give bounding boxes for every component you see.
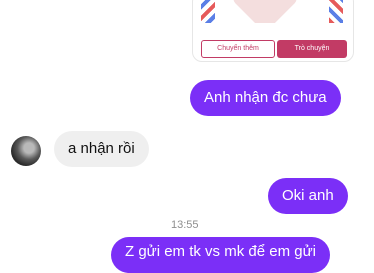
card-actions: Chuyển thêm Trò chuyện	[201, 40, 347, 58]
chat-button[interactable]: Trò chuyện	[277, 40, 347, 58]
message-bubble-incoming[interactable]: a nhận rồi	[54, 131, 149, 167]
message-bubble-outgoing[interactable]: Anh nhận đc chưa	[190, 80, 341, 116]
airmail-stripe-right	[329, 0, 343, 23]
transfer-more-button[interactable]: Chuyển thêm	[201, 40, 275, 58]
envelope-image	[201, 0, 343, 23]
airmail-stripe-left	[201, 0, 215, 23]
shared-card[interactable]: Chuyển thêm Trò chuyện	[192, 0, 354, 62]
avatar[interactable]	[11, 136, 41, 166]
message-timestamp: 13:55	[171, 219, 199, 231]
message-bubble-outgoing[interactable]: Oki anh	[268, 178, 348, 214]
message-bubble-outgoing[interactable]: Z gửi em tk vs mk để em gửi	[111, 237, 330, 273]
envelope-heart-icon	[231, 0, 299, 23]
